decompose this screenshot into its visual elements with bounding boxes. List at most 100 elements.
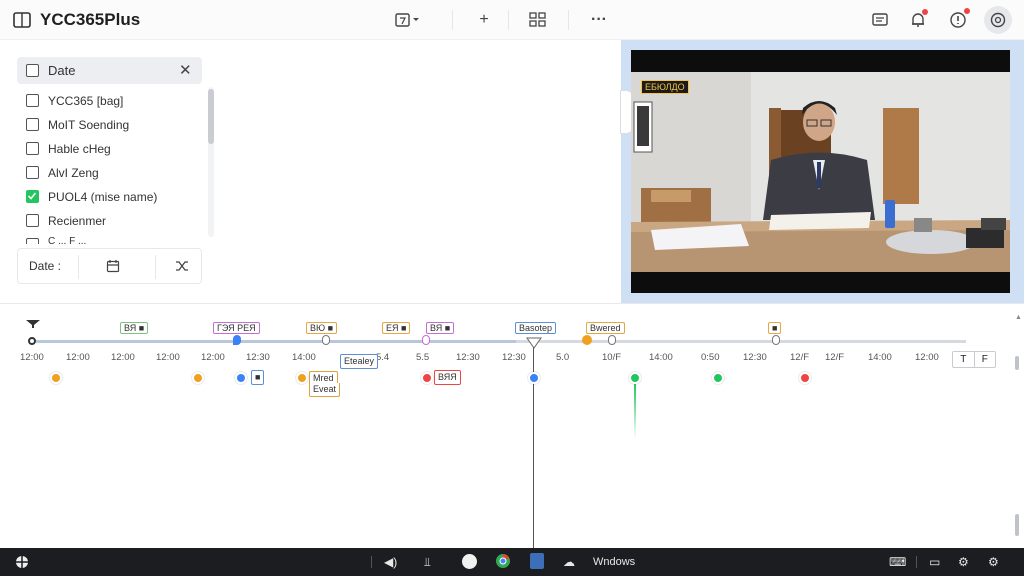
app-logo-icon xyxy=(13,12,31,28)
add-square-icon xyxy=(26,94,39,107)
event-callout[interactable]: ВЯЯ xyxy=(434,370,461,385)
event-marker[interactable] xyxy=(192,372,204,384)
filter-scrollbar[interactable] xyxy=(208,87,214,237)
more-button[interactable]: ··· xyxy=(588,9,610,31)
scroll-up-icon[interactable]: ▲ xyxy=(1015,314,1022,324)
tick-label: 14:00 xyxy=(292,352,316,363)
circle-app-icon[interactable] xyxy=(462,554,477,569)
track-pin[interactable] xyxy=(422,335,430,345)
track-pin[interactable] xyxy=(582,335,592,345)
event-tag[interactable]: Basotep xyxy=(515,322,557,334)
calendar-icon[interactable] xyxy=(106,259,120,273)
track-pin[interactable] xyxy=(322,335,330,345)
filter-item[interactable]: C ... F ... xyxy=(17,234,202,244)
taskbar-divider xyxy=(371,556,372,568)
tick-label: 5.0 xyxy=(556,352,570,363)
timeline-scrollbar[interactable]: ▲ xyxy=(1015,314,1022,539)
filter-item[interactable]: YCC365 [bag] xyxy=(17,90,202,112)
filter-footer: Date : xyxy=(17,248,202,284)
settings-icon[interactable]: ⚙ xyxy=(988,554,999,570)
tick-label: 12:30 xyxy=(456,352,480,363)
taskbar-divider xyxy=(916,556,917,568)
event-tag[interactable]: ВЯ ■ xyxy=(120,322,149,334)
event-marker[interactable] xyxy=(712,372,724,384)
add-square-icon xyxy=(26,142,39,155)
playhead-marker-icon[interactable] xyxy=(526,337,542,349)
event-marker[interactable] xyxy=(799,372,811,384)
tick-label: 12:00 xyxy=(201,352,225,363)
event-marker[interactable] xyxy=(528,372,540,384)
calendar-icon xyxy=(395,13,419,27)
filter-header-label: Date xyxy=(48,63,76,78)
checkbox xyxy=(26,166,39,179)
event-tag[interactable]: ВЮ ■ xyxy=(306,322,338,334)
notification-dot xyxy=(922,9,928,15)
event-marker[interactable] xyxy=(235,372,247,384)
calendar-dropdown-button[interactable] xyxy=(390,9,424,31)
tick-label: 12:00 xyxy=(20,352,44,363)
windows-label[interactable]: Wndows xyxy=(593,554,635,570)
event-marker[interactable] xyxy=(50,372,62,384)
tick-label: 0:50 xyxy=(701,352,720,363)
event-marker[interactable] xyxy=(421,372,433,384)
store-icon[interactable] xyxy=(530,553,544,569)
event-tag[interactable]: ЕЯ ■ xyxy=(382,322,411,334)
tick-label: 12:00 xyxy=(156,352,180,363)
track-pin[interactable] xyxy=(608,335,616,345)
event-callout[interactable]: Eveat xyxy=(309,383,341,397)
close-icon[interactable]: ✕ xyxy=(179,61,192,79)
event-callout[interactable]: Etealey xyxy=(340,354,379,369)
filter-item[interactable]: Recienmer xyxy=(17,210,202,232)
filter-funnel-icon[interactable] xyxy=(25,319,41,329)
event-marker[interactable] xyxy=(296,372,308,384)
video-preview-panel: ЕБЮЛДО xyxy=(620,40,1024,303)
message-button[interactable] xyxy=(870,9,890,31)
filter-item[interactable]: PUOL4 (mise name) xyxy=(17,186,202,208)
tick-label: 12:30 xyxy=(743,352,767,363)
app-icon[interactable]: ⫫ xyxy=(424,554,431,570)
date-filter-label[interactable]: Date : xyxy=(29,259,61,273)
alert-dot xyxy=(964,8,970,14)
toolbar-divider xyxy=(508,10,509,30)
event-callout[interactable]: ■ xyxy=(251,370,265,385)
gear-icon[interactable]: ⚙ xyxy=(958,554,969,570)
scroll-thumb[interactable] xyxy=(1015,356,1019,370)
timeline-progress xyxy=(36,340,516,343)
event-timeline: 12:00 12:00 12:00 12:00 12:00 12:30 14:0… xyxy=(0,303,1024,548)
tick-label: 5.5 xyxy=(416,352,430,363)
os-taskbar: ◀) ⫫ ☁ Wndows ⌨ ▭ ⚙ ⚙ xyxy=(0,548,1024,576)
account-settings-button[interactable] xyxy=(984,6,1012,34)
camera-video-feed[interactable]: ЕБЮЛДО xyxy=(631,50,1010,293)
event-tag[interactable]: ВЯ ■ xyxy=(426,322,455,334)
scroll-thumb[interactable] xyxy=(208,89,214,144)
shuffle-icon[interactable] xyxy=(175,259,189,273)
track-pin[interactable] xyxy=(233,335,241,345)
scroll-thumb[interactable] xyxy=(1015,514,1019,536)
start-icon[interactable] xyxy=(15,555,29,569)
cloud-icon[interactable]: ☁ xyxy=(563,554,575,570)
event-tag[interactable]: ГЭЯ РЕЯ xyxy=(213,322,260,334)
zoom-out-button[interactable]: T xyxy=(953,352,975,367)
track-pin[interactable] xyxy=(772,335,780,345)
volume-icon[interactable]: ◀) xyxy=(384,554,397,570)
filter-panel: Date ✕ YCC365 [bag] MoIT Soending Hable … xyxy=(17,57,214,285)
marker-trail xyxy=(634,384,636,439)
zoom-in-button[interactable]: F xyxy=(975,352,996,367)
tick-label: 12/F xyxy=(825,352,845,363)
tick-label: 12:00 xyxy=(66,352,90,363)
toolbar-divider xyxy=(568,10,569,30)
tick-label: 14:00 xyxy=(868,352,892,363)
grid-view-button[interactable] xyxy=(528,9,548,31)
add-button[interactable]: + xyxy=(474,9,494,31)
keyboard-icon[interactable]: ⌨ xyxy=(889,554,906,570)
select-all-checkbox[interactable] xyxy=(26,64,39,77)
event-tag[interactable]: ■ xyxy=(768,322,782,334)
filter-item[interactable]: AlvI Zeng xyxy=(17,162,202,184)
filter-item[interactable]: Hable cHeg xyxy=(17,138,202,160)
chat-icon[interactable]: ▭ xyxy=(929,554,940,570)
timeline-start-handle[interactable] xyxy=(28,337,36,345)
chrome-icon[interactable] xyxy=(495,553,511,569)
filter-item[interactable]: MoIT Soending xyxy=(17,114,202,136)
event-tag[interactable]: Bwered xyxy=(586,322,625,334)
event-marker[interactable] xyxy=(629,372,641,384)
